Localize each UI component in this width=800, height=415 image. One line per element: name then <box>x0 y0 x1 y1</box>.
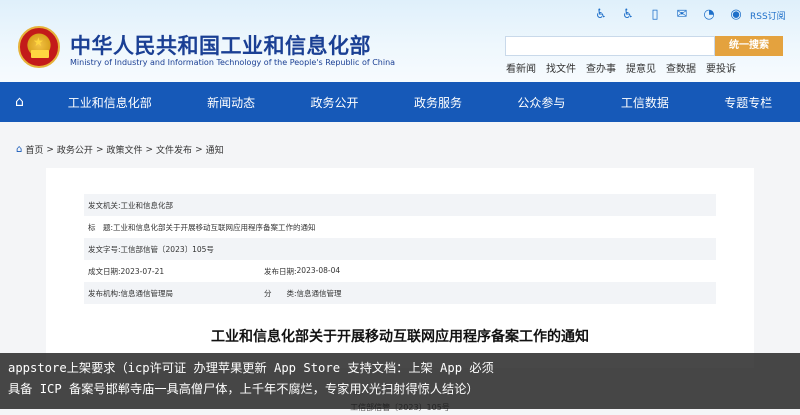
accessibility-icon[interactable]: ♿ <box>592 6 610 24</box>
search-button[interactable]: 统一搜索 <box>715 36 783 56</box>
quick-links: 看新闻 找文件 查办事 提意见 查数据 要投诉 <box>506 60 736 75</box>
mail-icon[interactable]: ✉ <box>673 6 691 24</box>
meta-row-dates: 成文日期: 2023-07-21 发布日期: 2023-08-04 <box>88 265 341 276</box>
breadcrumb-notice[interactable]: 通知 <box>206 143 224 156</box>
quick-link-services[interactable]: 查办事 <box>586 60 616 75</box>
breadcrumb-gov-affairs[interactable]: 政务公开 <box>57 143 93 156</box>
breadcrumb: ⌂ 首页 > 政务公开 > 政策文件 > 文件发布 > 通知 <box>16 143 224 156</box>
meta-row-doc-no: 发文字号: 工信部信管〔2023〕105号 <box>84 238 716 260</box>
quick-link-data[interactable]: 查数据 <box>666 60 696 75</box>
nav-item-gov-affairs[interactable]: 政务公开 <box>311 94 359 111</box>
breadcrumb-release[interactable]: 文件发布 <box>156 143 192 156</box>
caption-line-1: appstore上架要求（icp许可证 办理苹果更新 App Store 支持文… <box>8 361 494 375</box>
breadcrumb-home[interactable]: 首页 <box>25 143 43 156</box>
document-meta-table: 发文机关: 工业和信息化部 标 题: 工业和信息化部关于开展移动互联网应用程序备… <box>84 194 716 304</box>
rss-link[interactable]: RSS订阅 <box>750 9 786 22</box>
search-input[interactable] <box>505 36 715 56</box>
wheelchair-icon[interactable]: ♿ <box>619 6 637 24</box>
meta-row-title: 标 题: 工业和信息化部关于开展移动互联网应用程序备案工作的通知 <box>88 222 316 232</box>
quick-link-files[interactable]: 找文件 <box>546 60 576 75</box>
weibo-icon[interactable]: ◉ <box>727 6 745 24</box>
nav-item-miit[interactable]: 工业和信息化部 <box>68 94 152 111</box>
national-emblem-icon: ★ <box>18 26 60 68</box>
quick-link-news[interactable]: 看新闻 <box>506 60 536 75</box>
document-card: 发文机关: 工业和信息化部 标 题: 工业和信息化部关于开展移动互联网应用程序备… <box>46 168 754 368</box>
nav-item-topics[interactable]: 专题专栏 <box>724 94 772 111</box>
meta-row-org: 发布机构: 信息通信管理局 分 类: 信息通信管理 <box>84 282 716 304</box>
home-icon[interactable]: ⌂ <box>15 94 31 110</box>
nav-item-public[interactable]: 公众参与 <box>517 94 565 111</box>
nav-item-gov-services[interactable]: 政务服务 <box>414 94 462 111</box>
meta-row-issuer: 发文机关: 工业和信息化部 <box>84 194 716 216</box>
top-toolbar: ♿ ♿ ▯ ✉ ◔ ◉ RSS订阅 <box>592 6 786 24</box>
caption-line-2: 具备 ICP 备案号邯郸寺庙一具高僧尸体，上千年不腐烂，专家用X光扫射得惊人结论… <box>8 382 479 396</box>
nav-item-data[interactable]: 工信数据 <box>621 94 669 111</box>
quick-link-suggest[interactable]: 提意见 <box>626 60 656 75</box>
document-title: 工业和信息化部关于开展移动互联网应用程序备案工作的通知 <box>211 329 589 345</box>
quick-link-complaint[interactable]: 要投诉 <box>706 60 736 75</box>
breadcrumb-policy[interactable]: 政策文件 <box>106 143 142 156</box>
home-icon: ⌂ <box>16 144 23 155</box>
wechat-icon[interactable]: ◔ <box>700 6 718 24</box>
nav-item-news[interactable]: 新闻动态 <box>207 94 255 111</box>
site-subtitle: Ministry of Industry and Information Tec… <box>70 58 396 67</box>
main-nav: ⌂ 工业和信息化部 新闻动态 政务公开 政务服务 公众参与 工信数据 专题专栏 <box>0 82 800 122</box>
mobile-icon[interactable]: ▯ <box>646 6 664 24</box>
site-title[interactable]: 中华人民共和国工业和信息化部 <box>70 30 371 60</box>
caption-overlay: appstore上架要求（icp许可证 办理苹果更新 App Store 支持文… <box>0 353 800 409</box>
site-header: ★ 中华人民共和国工业和信息化部 Ministry of Industry an… <box>0 0 800 82</box>
